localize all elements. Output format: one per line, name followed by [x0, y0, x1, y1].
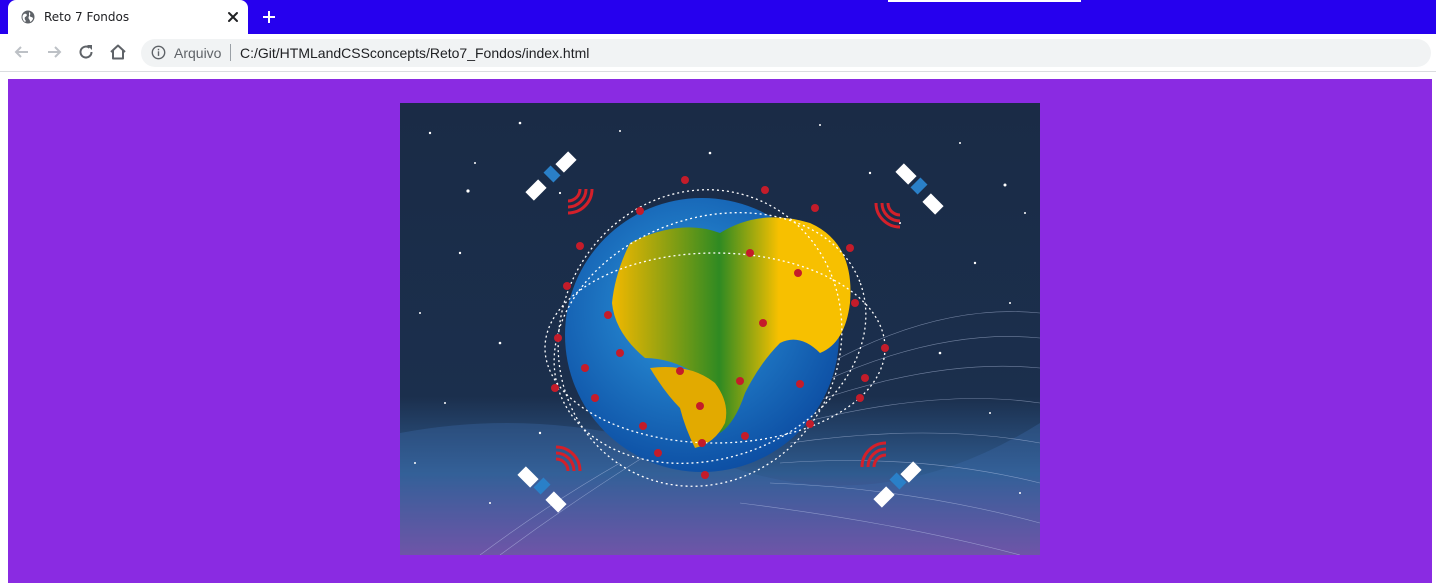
forward-icon[interactable] [44, 42, 64, 62]
close-icon[interactable] [225, 9, 241, 25]
reload-icon[interactable] [76, 42, 96, 62]
earth-satellites-image [400, 103, 1040, 555]
toolbar-divider [0, 71, 1436, 72]
tab-title: Reto 7 Fondos [44, 10, 130, 24]
page-content [8, 79, 1432, 583]
globe-icon [21, 10, 35, 24]
address-separator [230, 44, 231, 61]
tab-active[interactable]: Reto 7 Fondos [8, 0, 248, 34]
plus-icon[interactable] [259, 7, 279, 27]
tab-strip-highlight [888, 0, 1081, 2]
back-icon[interactable] [12, 42, 32, 62]
tab-strip: Reto 7 Fondos [0, 0, 1436, 34]
info-icon[interactable] [151, 45, 166, 60]
home-icon[interactable] [108, 42, 128, 62]
address-url[interactable]: C:/Git/HTMLandCSSconcepts/Reto7_Fondos/i… [240, 45, 589, 61]
site-info-label[interactable]: Arquivo [174, 45, 221, 61]
